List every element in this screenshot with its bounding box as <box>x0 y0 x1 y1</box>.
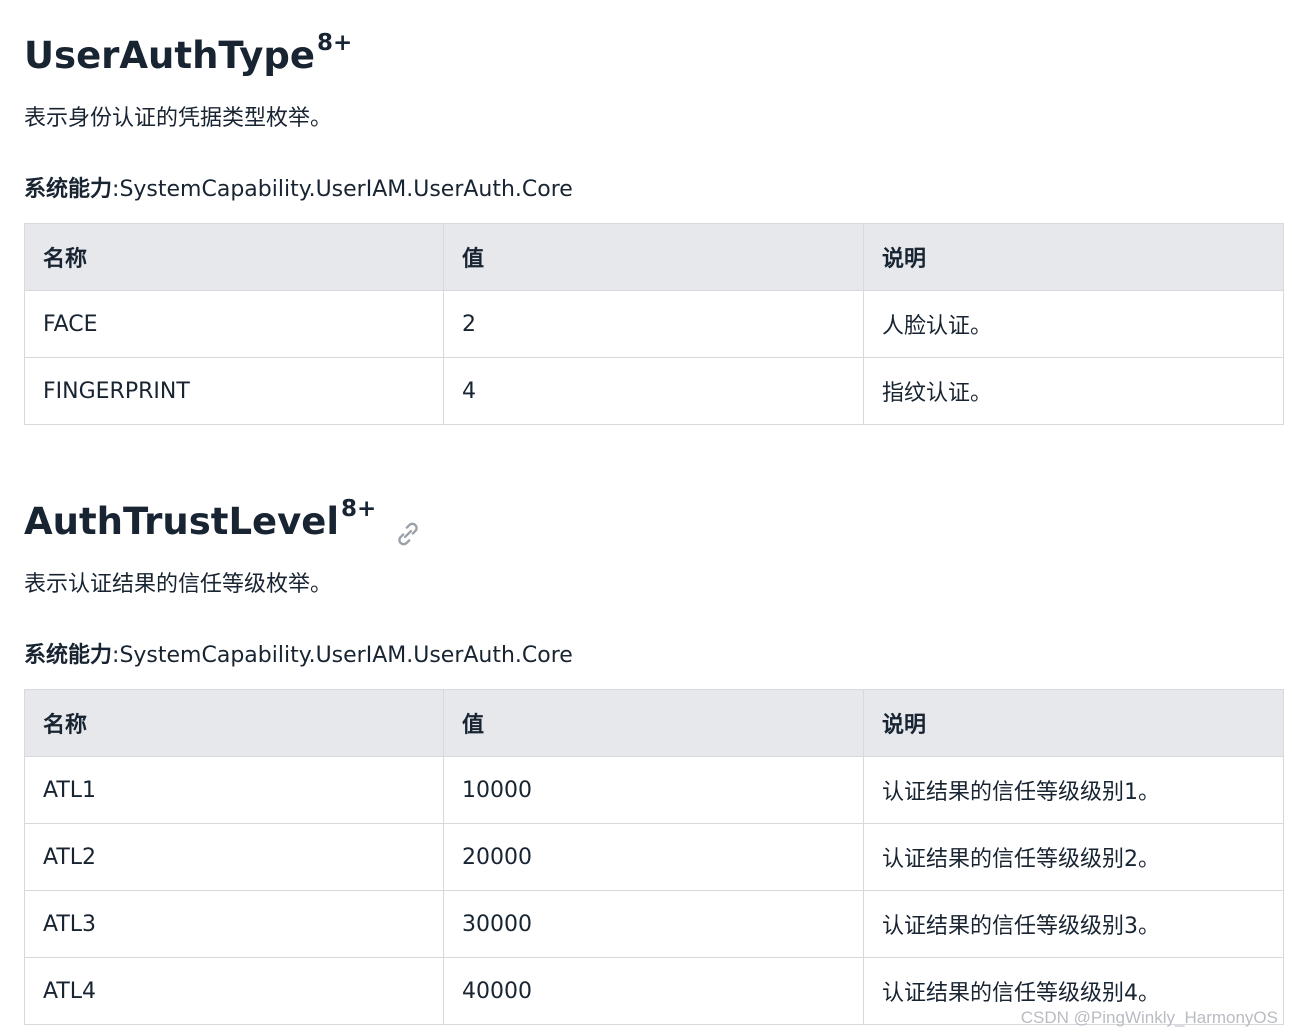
cell-description: 认证结果的信任等级级别3。 <box>863 890 1284 958</box>
column-header-value: 值 <box>443 689 864 757</box>
version-superscript: 8+ <box>316 30 353 56</box>
table-header-row: 名称 值 说明 <box>24 689 1284 757</box>
cell-description: 认证结果的信任等级级别2。 <box>863 823 1284 891</box>
heading-title: AuthTrustLevel <box>24 500 340 543</box>
table-row: FACE 2 人脸认证。 <box>24 290 1284 358</box>
section-user-auth-type: UserAuthType 8+ 表示身份认证的凭据类型枚举。 系统能力:Syste… <box>24 30 1284 425</box>
table-row: ATL1 10000 认证结果的信任等级级别1。 <box>24 756 1284 824</box>
cell-value: 4 <box>443 357 864 425</box>
column-header-name: 名称 <box>24 223 444 291</box>
table-row: FINGERPRINT 4 指纹认证。 <box>24 357 1284 425</box>
column-header-name: 名称 <box>24 689 444 757</box>
cell-description: 人脸认证。 <box>863 290 1284 358</box>
cell-name: ATL4 <box>24 957 444 1025</box>
capability-value: SystemCapability.UserIAM.UserAuth.Core <box>119 643 573 668</box>
column-header-value: 值 <box>443 223 864 291</box>
table-row: ATL2 20000 认证结果的信任等级级别2。 <box>24 823 1284 891</box>
cell-name: FACE <box>24 290 444 358</box>
enum-table: 名称 值 说明 FACE 2 人脸认证。 FINGERPRINT 4 指纹认证。 <box>24 223 1284 425</box>
cell-description: 指纹认证。 <box>863 357 1284 425</box>
table-header-row: 名称 值 说明 <box>24 223 1284 291</box>
cell-value: 20000 <box>443 823 864 891</box>
cell-value: 40000 <box>443 957 864 1025</box>
heading-title: UserAuthType <box>24 34 315 77</box>
cell-description: 认证结果的信任等级级别1。 <box>863 756 1284 824</box>
table-row: ATL3 30000 认证结果的信任等级级别3。 <box>24 890 1284 958</box>
version-superscript: 8+ <box>341 496 377 522</box>
section-description: 表示身份认证的凭据类型枚举。 <box>24 106 333 131</box>
enum-table: 名称 值 说明 ATL1 10000 认证结果的信任等级级别1。 ATL2 20… <box>24 689 1284 1025</box>
capability-label: 系统能力 <box>24 643 113 668</box>
cell-name: FINGERPRINT <box>24 357 444 425</box>
cell-value: 30000 <box>443 890 864 958</box>
capability-value: SystemCapability.UserIAM.UserAuth.Core <box>119 177 573 202</box>
watermark: CSDN @PingWinkly_HarmonyOS <box>1020 1008 1278 1027</box>
system-capability: 系统能力:SystemCapability.UserIAM.UserAuth.C… <box>24 637 573 669</box>
cell-name: ATL2 <box>24 823 444 891</box>
section-heading: AuthTrustLevel 8+ <box>24 496 1283 548</box>
section-heading: UserAuthType 8+ <box>24 30 1283 82</box>
column-header-description: 说明 <box>863 689 1284 757</box>
cell-name: ATL1 <box>24 756 444 824</box>
section-description: 表示认证结果的信任等级枚举。 <box>24 572 333 597</box>
section-auth-trust-level: AuthTrustLevel 8+ 表示认证结果的信任等级枚举。 系统能力:Sys… <box>24 496 1284 1025</box>
cell-value: 10000 <box>443 756 864 824</box>
link-icon[interactable] <box>394 510 422 546</box>
cell-name: ATL3 <box>24 890 444 958</box>
column-header-description: 说明 <box>863 223 1284 291</box>
capability-label: 系统能力 <box>24 177 113 202</box>
system-capability: 系统能力:SystemCapability.UserIAM.UserAuth.C… <box>24 171 573 203</box>
cell-value: 2 <box>443 290 864 358</box>
